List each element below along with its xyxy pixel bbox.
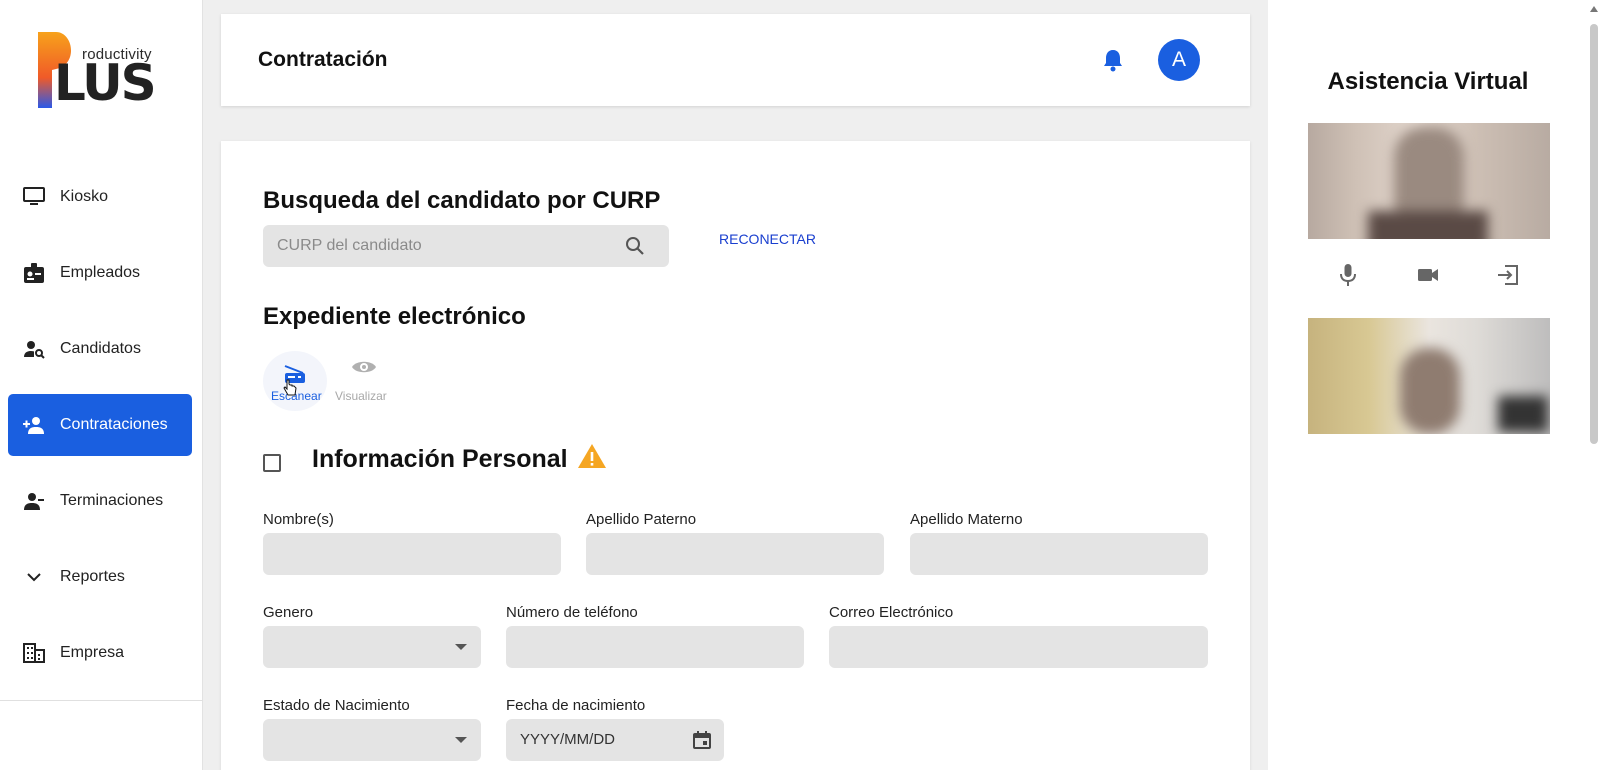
sidebar-item-empresa[interactable]: Empresa xyxy=(8,622,192,684)
blurred-chairs xyxy=(1498,396,1548,432)
mic-icon[interactable] xyxy=(1336,262,1360,288)
sidebar-item-label: Reportes xyxy=(60,568,125,585)
sidebar-nav: Kiosko Empleados Candidatos Contratacion… xyxy=(8,166,192,698)
expediente-heading: Expediente electrónico xyxy=(263,303,526,330)
fecha-nacimiento-field[interactable]: YYYY/MM/DD xyxy=(506,719,724,761)
sidebar: roductivity LUS Kiosko Empleados Candida… xyxy=(0,0,203,770)
apellido-paterno-label: Apellido Paterno xyxy=(586,511,697,528)
hiring-form-card: Busqueda del candidato por CURP RECONECT… xyxy=(221,141,1250,770)
monitor-icon xyxy=(22,185,46,209)
sidebar-item-empleados[interactable]: Empleados xyxy=(8,242,192,304)
sidebar-item-contrataciones[interactable]: Contrataciones xyxy=(8,394,192,456)
correo-field[interactable] xyxy=(829,626,1208,668)
sidebar-item-label: Contrataciones xyxy=(60,416,168,433)
scrollbar-thumb[interactable] xyxy=(1590,24,1598,444)
logo-wordmark-main: LUS xyxy=(54,54,157,112)
warning-icon xyxy=(578,444,606,468)
personal-info-heading: Información Personal xyxy=(312,445,568,473)
scan-button[interactable]: Escanear xyxy=(263,351,327,411)
exit-icon[interactable] xyxy=(1496,262,1520,288)
top-header: Contratación xyxy=(221,14,1250,106)
person-add-icon xyxy=(22,413,46,437)
sidebar-item-reportes[interactable]: Reportes xyxy=(8,546,192,608)
sidebar-item-candidatos[interactable]: Candidatos xyxy=(8,318,192,380)
view-label: Visualizar xyxy=(335,389,387,403)
genero-label: Genero xyxy=(263,604,314,621)
scroll-up-arrow[interactable] xyxy=(1590,6,1598,12)
curp-search-input[interactable] xyxy=(277,225,617,267)
page-title: Contratación xyxy=(258,48,388,71)
bell-icon[interactable] xyxy=(1102,48,1124,72)
local-video-feed xyxy=(1308,318,1550,434)
remote-video-feed xyxy=(1308,123,1550,239)
apellido-paterno-field[interactable] xyxy=(586,533,884,575)
sidebar-item-label: Kiosko xyxy=(60,188,109,205)
blurred-person xyxy=(1400,348,1460,434)
camera-icon[interactable] xyxy=(1416,262,1440,288)
nombre-field[interactable] xyxy=(263,533,561,575)
sidebar-item-label: Candidatos xyxy=(60,340,141,357)
telefono-field[interactable] xyxy=(506,626,804,668)
view-button[interactable]: Visualizar xyxy=(333,353,393,407)
search-heading: Busqueda del candidato por CURP xyxy=(263,187,661,214)
sidebar-item-label: Empleados xyxy=(60,264,141,281)
avatar[interactable]: A xyxy=(1158,39,1200,81)
fecha-nacimiento-value: YYYY/MM/DD xyxy=(520,731,616,748)
chevron-down-icon xyxy=(22,565,46,589)
sidebar-item-kiosko[interactable]: Kiosko xyxy=(8,166,192,228)
sidebar-item-terminaciones[interactable]: Terminaciones xyxy=(8,470,192,532)
blurred-shoulders xyxy=(1368,211,1488,239)
nombre-label: Nombre(s) xyxy=(263,511,334,528)
search-box xyxy=(263,225,669,267)
person-remove-icon xyxy=(22,489,46,513)
sidebar-item-label: Empresa xyxy=(60,644,125,661)
sidebar-item-label: Terminaciones xyxy=(60,492,164,509)
calendar-icon[interactable] xyxy=(692,730,712,750)
eye-icon xyxy=(352,361,376,373)
correo-label: Correo Electrónico xyxy=(829,604,954,621)
genero-select[interactable] xyxy=(263,626,481,668)
person-search-icon xyxy=(22,337,46,361)
estado-nacimiento-label: Estado de Nacimiento xyxy=(263,697,410,714)
dropdown-arrow-icon xyxy=(455,737,467,743)
estado-nacimiento-select[interactable] xyxy=(263,719,481,761)
apellido-materno-label: Apellido Materno xyxy=(910,511,1023,528)
fecha-nacimiento-label: Fecha de nacimiento xyxy=(506,697,646,714)
logo: roductivity LUS xyxy=(34,28,174,118)
cursor-hand-icon xyxy=(283,379,297,396)
personal-info-checkbox[interactable] xyxy=(263,454,281,472)
assist-title: Asistencia Virtual xyxy=(1327,68,1529,95)
dropdown-arrow-icon xyxy=(455,644,467,650)
telefono-label: Número de teléfono xyxy=(506,604,638,621)
reconnect-button[interactable]: RECONECTAR xyxy=(719,231,816,247)
building-icon xyxy=(22,641,46,665)
virtual-assistance-panel: Asistencia Virtual xyxy=(1268,0,1600,770)
apellido-materno-field[interactable] xyxy=(910,533,1208,575)
badge-icon xyxy=(22,261,46,285)
search-icon[interactable] xyxy=(625,236,645,256)
sidebar-divider xyxy=(0,700,203,701)
